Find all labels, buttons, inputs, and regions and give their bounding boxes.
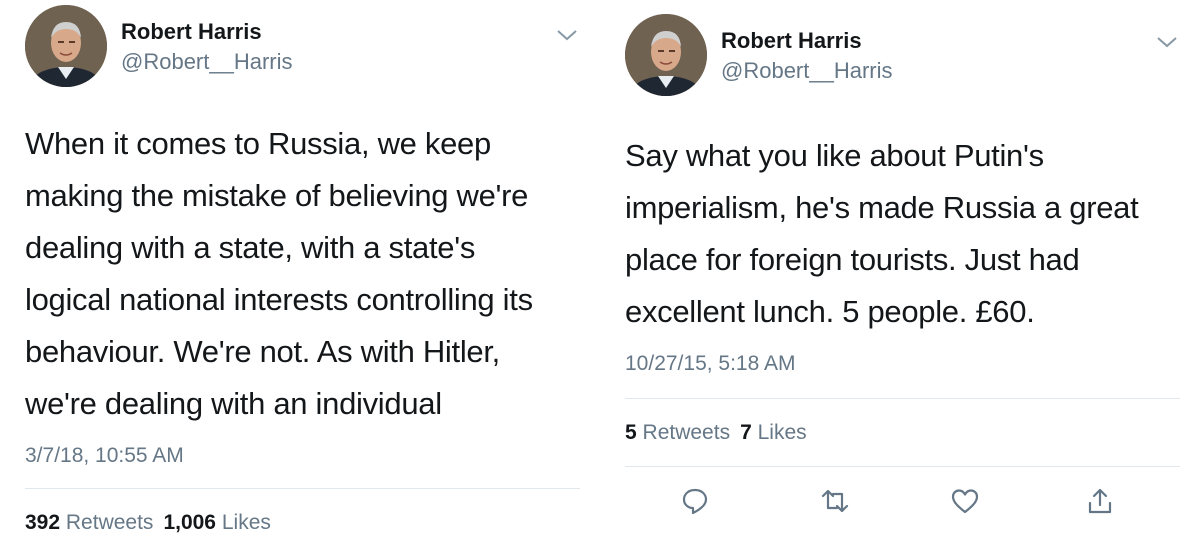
tweet-text-line: excellent lunch. 5 people. £60.	[625, 294, 1035, 329]
retweets-label: Retweets	[642, 421, 731, 444]
avatar[interactable]	[625, 14, 707, 96]
author-name[interactable]: Robert Harris	[121, 19, 262, 45]
author-handle[interactable]: @Robert__Harris	[121, 49, 293, 75]
likes-label: Likes	[221, 511, 271, 534]
like-icon[interactable]	[950, 486, 980, 516]
likes-label: Likes	[757, 421, 807, 444]
tweet-card: Robert Harris @Robert__Harris When it co…	[0, 0, 590, 551]
tweet-text-line: making the mistake of believing we're	[25, 178, 529, 213]
like-count: 1,006	[163, 511, 216, 534]
tweet-stats: 392 Retweets 1,006 Likes	[25, 511, 271, 535]
tweet-stats: 5 Retweets 7 Likes	[625, 421, 807, 445]
tweet-text-line: Say what you like about Putin's	[625, 138, 1044, 173]
divider	[25, 488, 580, 489]
profile-photo	[625, 14, 707, 96]
retweet-count: 5	[625, 421, 637, 444]
divider	[625, 466, 1180, 467]
tweet-text: When it comes to Russia, we keep making …	[25, 118, 533, 430]
tweet-text-line: dealing with a state, with a state's	[25, 230, 476, 265]
tweet-text-line: imperialism, he's made Russia a great	[625, 190, 1139, 225]
likes-stat[interactable]: 7 Likes	[740, 421, 807, 444]
like-count: 7	[740, 421, 752, 444]
share-icon[interactable]	[1085, 486, 1115, 516]
retweet-icon[interactable]	[820, 486, 850, 516]
tweet-text: Say what you like about Putin's imperial…	[625, 130, 1139, 338]
tweet-timestamp[interactable]: 10/27/15, 5:18 AM	[625, 352, 795, 376]
chevron-down-icon[interactable]	[1156, 35, 1178, 49]
likes-stat[interactable]: 1,006 Likes	[163, 511, 270, 534]
tweet-text-line: we're dealing with an individual	[25, 386, 442, 421]
retweets-stat[interactable]: 392 Retweets	[25, 511, 153, 534]
avatar[interactable]	[25, 5, 107, 87]
tweet-text-line: place for foreign tourists. Just had	[625, 242, 1080, 277]
chevron-down-icon[interactable]	[556, 28, 578, 42]
author-handle[interactable]: @Robert__Harris	[721, 58, 893, 84]
tweet-text-line: logical national interests controlling i…	[25, 282, 533, 317]
reply-icon[interactable]	[680, 486, 710, 516]
retweet-count: 392	[25, 511, 61, 534]
tweet-card: Robert Harris @Robert__Harris Say what y…	[600, 0, 1200, 551]
retweets-label: Retweets	[65, 511, 154, 534]
author-name[interactable]: Robert Harris	[721, 28, 862, 54]
divider	[625, 398, 1180, 399]
profile-photo	[25, 5, 107, 87]
tweet-text-line: When it comes to Russia, we keep	[25, 126, 491, 161]
tweet-timestamp[interactable]: 3/7/18, 10:55 AM	[25, 444, 184, 468]
retweets-stat[interactable]: 5 Retweets	[625, 421, 730, 444]
tweet-text-line: behaviour. We're not. As with Hitler,	[25, 334, 500, 369]
